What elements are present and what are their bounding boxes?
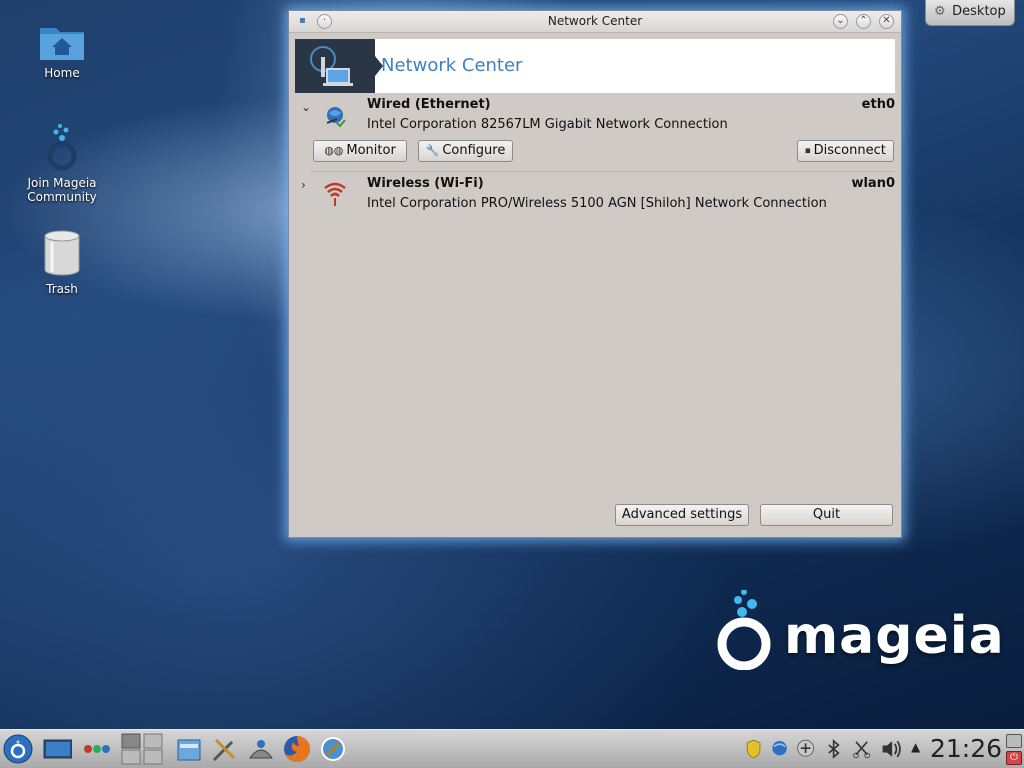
connection-description: Intel Corporation PRO/Wireless 5100 AGN … xyxy=(367,196,827,211)
interface-name: eth0 xyxy=(861,97,895,112)
interface-name: wlan0 xyxy=(851,176,895,191)
mageia-menu-icon[interactable] xyxy=(3,734,33,764)
home-folder-icon xyxy=(40,28,84,60)
security-shield-icon[interactable] xyxy=(744,734,768,764)
header-icon-box xyxy=(295,39,375,93)
connection-description: Intel Corporation 82567LM Gigabit Networ… xyxy=(367,117,728,132)
wifi-signal-icon xyxy=(324,182,346,206)
header-banner: Network Center xyxy=(295,39,895,93)
gear-icon: ⚙ xyxy=(934,4,946,19)
volume-icon[interactable] xyxy=(880,734,906,764)
wrench-icon: 🔧 xyxy=(425,144,440,157)
window-title: Network Center xyxy=(547,14,643,28)
minimize-button[interactable]: ⌄ xyxy=(833,14,848,29)
chevron-down-icon[interactable]: ⌄ xyxy=(301,100,311,114)
activity-dots-icon[interactable] xyxy=(82,734,112,764)
wired-globe-icon xyxy=(326,107,346,128)
power-icon[interactable]: ⏻ xyxy=(1006,751,1022,765)
network-center-window: ▪ · Network Center ⌄ ⌃ ✕ Network Center … xyxy=(288,10,902,538)
desktop-icon-join-community[interactable]: Join Mageia Community xyxy=(14,124,110,204)
trash-icon xyxy=(44,230,80,276)
close-button[interactable]: ✕ xyxy=(879,14,894,29)
network-center-icon xyxy=(310,46,353,86)
desktop-cashew-label: Desktop xyxy=(952,4,1006,19)
desktop-icon-home[interactable]: Home xyxy=(14,20,110,80)
desktop-icon-trash[interactable]: Trash xyxy=(14,230,110,296)
pager-icon[interactable] xyxy=(120,732,164,766)
tray-expand-icon[interactable]: ▲ xyxy=(911,740,920,754)
connection-name: Wired (Ethernet) xyxy=(367,97,491,112)
network-globe-icon[interactable] xyxy=(770,734,794,764)
desktop-icon-label: Home xyxy=(44,66,80,80)
configure-button[interactable]: 🔧 Configure xyxy=(418,140,513,162)
monitor-button[interactable]: ◍◍ Monitor xyxy=(313,140,407,162)
connection-name: Wireless (Wi-Fi) xyxy=(367,176,484,191)
desktop-icon-label: Trash xyxy=(46,282,78,296)
lock-screen-icon[interactable] xyxy=(1006,734,1022,748)
taskbar: ▲ 21:26 ⏻ xyxy=(0,729,1024,768)
mageia-logo: mageia xyxy=(712,590,1004,680)
chevron-right-icon[interactable]: › xyxy=(301,178,306,192)
bluetooth-icon[interactable] xyxy=(824,734,848,764)
desktop-cashew-button[interactable]: ⚙ Desktop xyxy=(925,0,1015,26)
clipboard-scissors-icon[interactable] xyxy=(852,734,876,764)
network-center-icon[interactable] xyxy=(318,734,348,764)
network-tool-icon[interactable] xyxy=(246,734,276,764)
maximize-button[interactable]: ⌃ xyxy=(856,14,871,29)
stop-icon: ⏹ xyxy=(805,144,811,157)
mageia-community-icon xyxy=(47,124,77,171)
mageia-wordmark: mageia xyxy=(784,606,1005,666)
separator xyxy=(311,171,895,172)
advanced-settings-button[interactable]: Advanced settings xyxy=(615,504,749,526)
desktop-icon-label: Join Mageia Community xyxy=(27,176,97,204)
connection-wired[interactable]: ⌄ Wired (Ethernet) eth0 Intel Corporatio… xyxy=(295,97,895,167)
control-center-icon[interactable] xyxy=(210,734,240,764)
monitor-label: Monitor xyxy=(346,143,396,158)
header-title: Network Center xyxy=(381,55,523,76)
clock[interactable]: 21:26 xyxy=(930,734,1002,763)
binoculars-icon: ◍◍ xyxy=(324,144,344,157)
configure-label: Configure xyxy=(442,143,506,158)
firefox-icon[interactable] xyxy=(282,734,312,764)
disconnect-button[interactable]: ⏹ Disconnect xyxy=(797,140,894,162)
window-titlebar[interactable]: ▪ · Network Center ⌄ ⌃ ✕ xyxy=(289,11,901,33)
disconnect-label: Disconnect xyxy=(813,143,886,158)
show-desktop-icon[interactable] xyxy=(42,734,72,764)
mageia-cauldron-icon xyxy=(717,590,771,670)
quit-button[interactable]: Quit xyxy=(760,504,893,526)
gamepad-icon[interactable] xyxy=(796,734,820,764)
file-manager-icon[interactable] xyxy=(174,734,204,764)
connection-wireless[interactable]: › Wireless (Wi-Fi) wlan0 Intel Corporati… xyxy=(295,176,895,216)
